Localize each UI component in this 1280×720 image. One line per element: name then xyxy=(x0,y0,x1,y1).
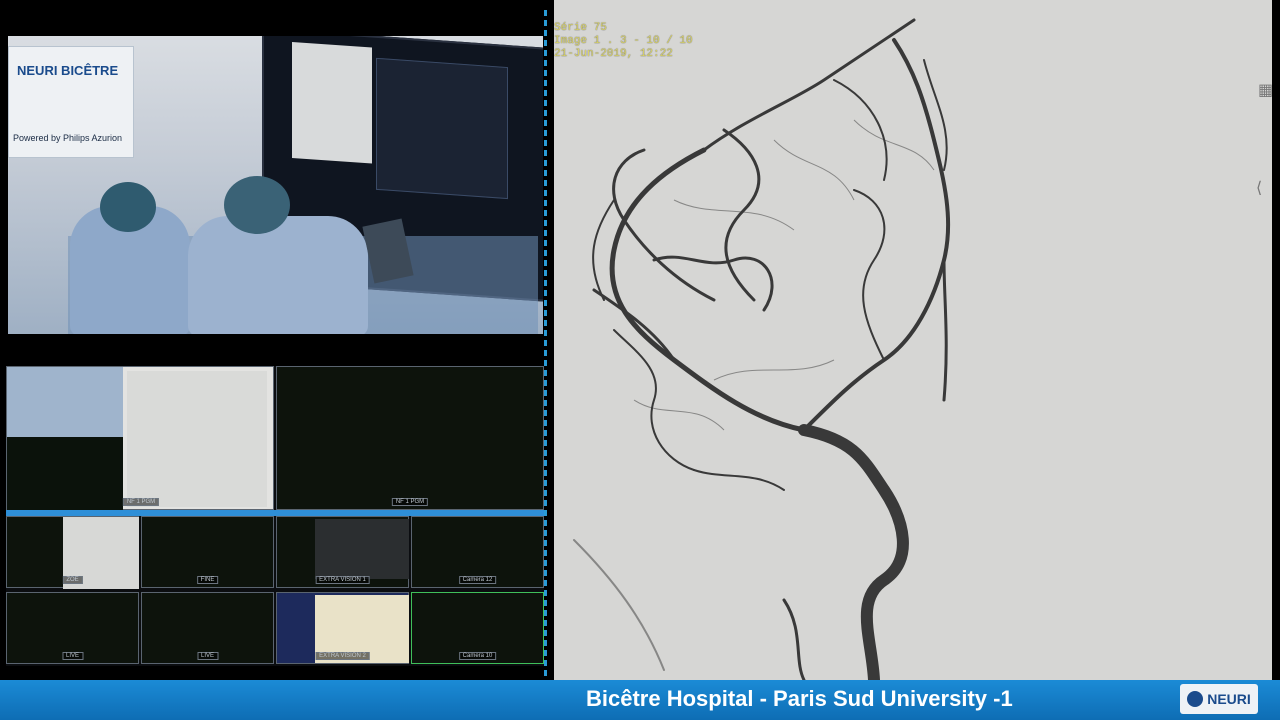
multiview-grid: NF 1 PGM NF 1 PGM ZOE FINE EXTRA VISION … xyxy=(6,366,544,666)
monitor-angio-thumbnail xyxy=(292,41,372,164)
grid-cell-10[interactable]: Camera 10 xyxy=(411,592,544,664)
grid-cell-label: LIVE xyxy=(196,652,219,660)
grid-cell-4[interactable]: FINE xyxy=(141,516,274,588)
chevron-left-icon[interactable]: ⟨ xyxy=(1256,178,1262,198)
grid-cell-8[interactable]: LIVE xyxy=(141,592,274,664)
neuri-logo-text: NEURI xyxy=(1207,691,1251,707)
angio-thumbnail xyxy=(127,371,267,507)
image-index-text: Image 1 . 3 - 10 / 10 xyxy=(554,35,693,47)
grid-cell-label: FINE xyxy=(196,576,219,584)
grid-cell-label: EXTRA VISION 2 xyxy=(315,652,370,660)
neuri-logo: NEURI xyxy=(1180,684,1258,714)
grid-cell-label: ZOE xyxy=(62,576,83,584)
grid-cell-6[interactable]: Camera 12 xyxy=(411,516,544,588)
neuri-logo-icon xyxy=(1187,691,1204,707)
grid-toggle-icon[interactable]: ▦ xyxy=(1258,80,1272,100)
grid-cell-7[interactable]: LIVE xyxy=(6,592,139,664)
banner-title: NEURI BICÊTRE xyxy=(17,63,119,78)
grid-cell-1[interactable]: NF 1 PGM xyxy=(6,366,274,511)
vertical-divider xyxy=(544,10,547,680)
angiogram-view: Série 75 Image 1 . 3 - 10 / 10 21-Jun-20… xyxy=(554,0,1272,680)
acquisition-datetime: 21-Jun-2019, 12:22 xyxy=(554,48,673,60)
operator-2 xyxy=(188,216,368,334)
series-text: Série 75 xyxy=(554,22,607,34)
grid-cell-label: NF 1 PGM xyxy=(122,498,160,506)
grid-cell-9[interactable]: EXTRA VISION 2 xyxy=(276,592,409,664)
surgical-cap-2 xyxy=(224,176,290,234)
grid-cell-3[interactable]: ZOE xyxy=(6,516,139,589)
grid-cell-label: Camera 10 xyxy=(458,652,497,660)
grid-cell-label: NF 1 PGM xyxy=(391,498,429,506)
camera-feed-main: NEURI BICÊTRE Powered by Philips Azurion xyxy=(8,36,543,334)
fluoro-thumbnail xyxy=(315,519,409,579)
grid-cell-label: Camera 12 xyxy=(458,576,497,584)
monitor-dark-pane xyxy=(376,57,508,200)
dicom-overlay: Série 75 Image 1 . 3 - 10 / 10 21-Jun-20… xyxy=(554,22,693,61)
grid-cell-5[interactable]: EXTRA VISION 1 xyxy=(276,516,409,588)
grid-cell-label: LIVE xyxy=(61,652,84,660)
hospital-title: Bicêtre Hospital - Paris Sud University … xyxy=(586,686,1013,711)
surgical-cap-1 xyxy=(100,182,156,232)
mini-grid-thumbnail xyxy=(7,437,123,511)
neuri-banner: NEURI BICÊTRE Powered by Philips Azurion xyxy=(8,46,134,158)
grid-cell-2[interactable]: NF 1 PGM xyxy=(276,366,544,510)
banner-subtitle: Powered by Philips Azurion xyxy=(13,133,123,143)
grid-cell-label: EXTRA VISION 1 xyxy=(315,576,370,584)
angiogram-vessels xyxy=(573,18,951,680)
bottom-title-bar: Bicêtre Hospital - Paris Sud University … xyxy=(0,680,1280,720)
mini-camera-thumbnail xyxy=(7,367,123,437)
